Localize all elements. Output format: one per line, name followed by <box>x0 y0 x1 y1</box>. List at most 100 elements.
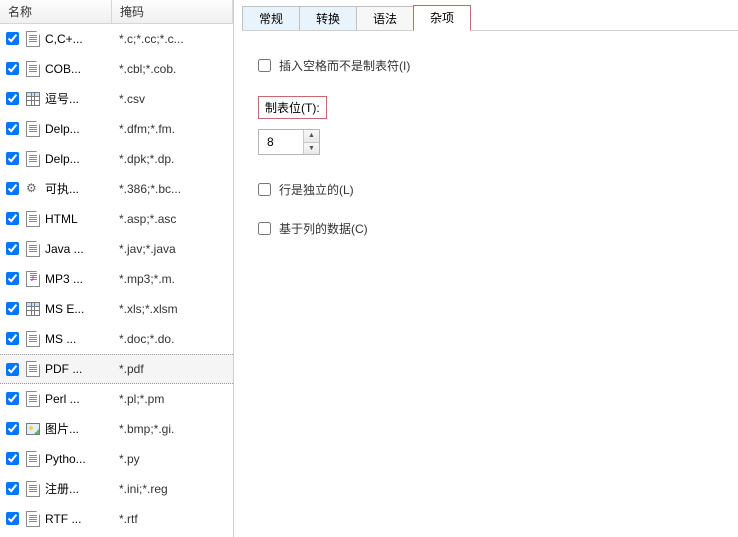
table-row[interactable]: HTML*.asp;*.asc <box>0 204 233 234</box>
table-row[interactable]: RTF ... *.rtf <box>0 504 233 534</box>
table-row[interactable]: MS ...*.doc;*.do. <box>0 324 233 354</box>
row-mask: *.rtf <box>119 512 227 526</box>
row-mask: *.pl;*.pm <box>119 392 227 406</box>
row-checkbox[interactable] <box>6 182 19 195</box>
column-header-name[interactable]: 名称 <box>0 0 112 23</box>
lines-independent-checkbox[interactable] <box>258 183 271 196</box>
doc-icon <box>25 151 41 167</box>
doc-icon <box>25 331 41 347</box>
column-based-label: 基于列的数据(C) <box>279 220 368 237</box>
table-row[interactable]: Perl ... *.pl;*.pm <box>0 384 233 414</box>
row-name: C,C+... <box>45 32 113 46</box>
column-header-mask[interactable]: 掩码 <box>112 0 233 23</box>
table-row[interactable]: Pytho... *.py <box>0 444 233 474</box>
row-checkbox[interactable] <box>6 392 19 405</box>
file-type-list-panel: 名称 掩码 C,C+... *.c;*.cc;*.c... COB...*.cbl;… <box>0 0 234 537</box>
spinner-down-icon[interactable]: ▼ <box>304 143 319 155</box>
row-mask: *.mp3;*.m. <box>119 272 227 286</box>
row-mask: *.pdf <box>119 362 227 376</box>
gear-icon <box>25 181 41 197</box>
doc-icon <box>25 61 41 77</box>
table-row[interactable]: PDF ... *.pdf <box>0 354 233 384</box>
tab-3[interactable]: 杂项 <box>413 5 471 31</box>
tab-1[interactable]: 转换 <box>299 6 357 30</box>
table-row[interactable]: C,C+... *.c;*.cc;*.c... <box>0 24 233 54</box>
row-checkbox[interactable] <box>6 332 19 345</box>
doc-icon <box>25 481 41 497</box>
insert-spaces-label: 插入空格而不是制表符(I) <box>279 57 410 74</box>
row-mask: *.c;*.cc;*.c... <box>119 32 227 46</box>
row-checkbox[interactable] <box>6 212 19 225</box>
row-checkbox[interactable] <box>6 512 19 525</box>
row-checkbox[interactable] <box>6 152 19 165</box>
row-name: RTF ... <box>45 512 113 526</box>
tabstop-spinner[interactable]: 8 ▲ ▼ <box>258 129 320 155</box>
row-name: Delp... <box>45 122 113 136</box>
row-name: HTML <box>45 212 113 226</box>
table-row[interactable]: 可执... *.386;*.bc... <box>0 174 233 204</box>
settings-panel: 常规转换语法杂项 插入空格而不是制表符(I) 制表位(T): 8 ▲ ▼ 行是独… <box>234 0 738 537</box>
tabstop-value[interactable]: 8 <box>259 130 303 154</box>
row-checkbox[interactable] <box>6 452 19 465</box>
row-checkbox[interactable] <box>6 422 19 435</box>
row-checkbox[interactable] <box>6 482 19 495</box>
row-name: Java ... <box>45 242 113 256</box>
row-name: COB... <box>45 62 113 76</box>
misc-tab-content: 插入空格而不是制表符(I) 制表位(T): 8 ▲ ▼ 行是独立的(L) 基于列… <box>234 31 738 285</box>
spinner-up-icon[interactable]: ▲ <box>304 130 319 143</box>
tabstop-label: 制表位(T): <box>258 96 327 119</box>
row-checkbox[interactable] <box>6 32 19 45</box>
doc-icon <box>25 361 41 377</box>
table-row[interactable]: MP3 ... *.mp3;*.m. <box>0 264 233 294</box>
row-name: 图片... <box>45 420 113 437</box>
table-row[interactable]: 注册... *.ini;*.reg <box>0 474 233 504</box>
insert-spaces-checkbox[interactable] <box>258 59 271 72</box>
tab-bar: 常规转换语法杂项 <box>242 3 738 31</box>
column-based-row: 基于列的数据(C) <box>258 220 714 237</box>
doc-icon <box>25 121 41 137</box>
column-based-checkbox[interactable] <box>258 222 271 235</box>
row-name: Perl ... <box>45 392 113 406</box>
img-icon <box>25 421 41 437</box>
table-row[interactable]: Delp...*.dpk;*.dp. <box>0 144 233 174</box>
row-name: MS E... <box>45 302 113 316</box>
insert-spaces-row: 插入空格而不是制表符(I) <box>258 57 714 74</box>
row-checkbox[interactable] <box>6 122 19 135</box>
table-row[interactable]: 逗号...*.csv <box>0 84 233 114</box>
row-checkbox[interactable] <box>6 363 19 376</box>
table-row[interactable]: Java ... *.jav;*.java <box>0 234 233 264</box>
row-mask: *.doc;*.do. <box>119 332 227 346</box>
row-mask: *.jav;*.java <box>119 242 227 256</box>
row-checkbox[interactable] <box>6 272 19 285</box>
lines-independent-row: 行是独立的(L) <box>258 181 714 198</box>
tab-0[interactable]: 常规 <box>242 6 300 30</box>
row-mask: *.py <box>119 452 227 466</box>
row-name: 注册... <box>45 480 113 497</box>
table-row[interactable]: COB...*.cbl;*.cob. <box>0 54 233 84</box>
doc-icon <box>25 391 41 407</box>
lines-independent-label: 行是独立的(L) <box>279 181 354 198</box>
row-name: MP3 ... <box>45 272 113 286</box>
row-name: PDF ... <box>45 362 113 376</box>
spinner-buttons: ▲ ▼ <box>303 130 319 154</box>
table-row[interactable]: 图片...*.bmp;*.gi. <box>0 414 233 444</box>
file-type-list[interactable]: C,C+... *.c;*.cc;*.c... COB...*.cbl;*.cob.… <box>0 24 233 537</box>
doc-icon <box>25 211 41 227</box>
row-name: 可执... <box>45 180 113 197</box>
doc-icon <box>25 31 41 47</box>
row-checkbox[interactable] <box>6 62 19 75</box>
row-mask: *.xls;*.xlsm <box>119 302 227 316</box>
row-checkbox[interactable] <box>6 302 19 315</box>
tab-2[interactable]: 语法 <box>356 6 414 30</box>
row-mask: *.dpk;*.dp. <box>119 152 227 166</box>
doc-icon <box>25 241 41 257</box>
grid-icon <box>25 301 41 317</box>
row-checkbox[interactable] <box>6 92 19 105</box>
row-name: Pytho... <box>45 452 113 466</box>
row-mask: *.ini;*.reg <box>119 482 227 496</box>
table-row[interactable]: Delp...*.dfm;*.fm. <box>0 114 233 144</box>
grid-icon <box>25 91 41 107</box>
table-row[interactable]: MS E... *.xls;*.xlsm <box>0 294 233 324</box>
row-checkbox[interactable] <box>6 242 19 255</box>
row-mask: *.386;*.bc... <box>119 182 227 196</box>
